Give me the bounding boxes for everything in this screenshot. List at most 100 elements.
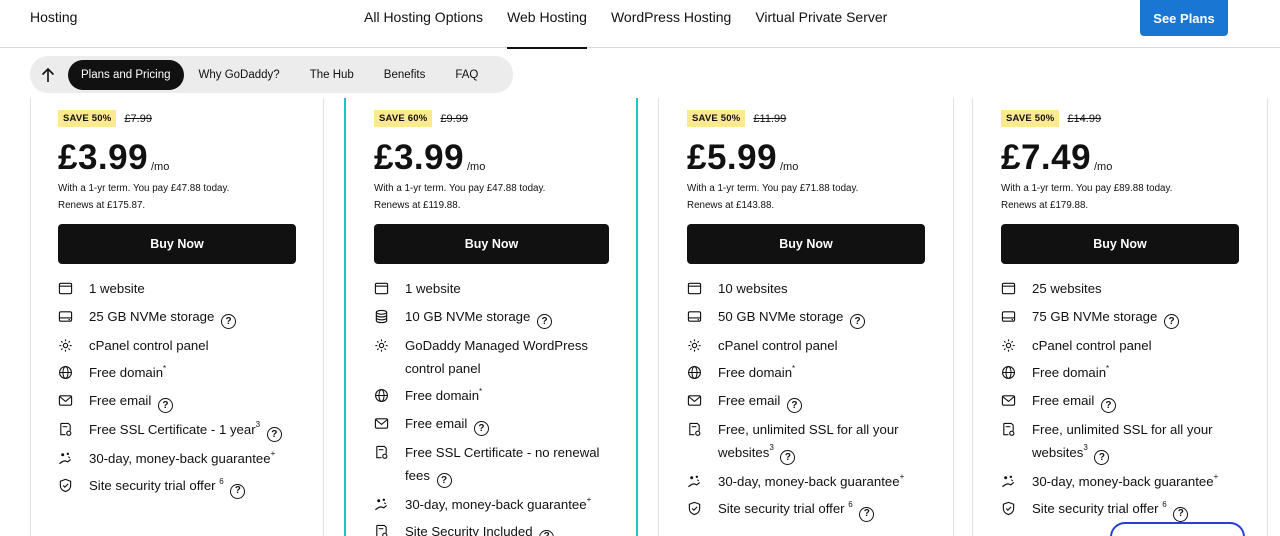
feature-text: Free email ? <box>89 389 296 413</box>
save-badge: SAVE 50% <box>58 110 117 127</box>
save-badge: SAVE 50% <box>687 110 746 127</box>
feature-text: Free, unlimited SSL for all your website… <box>1032 418 1239 465</box>
footnote-marker: 6 <box>848 499 853 509</box>
scroll-top-icon[interactable] <box>38 65 58 85</box>
help-icon[interactable]: ? <box>1094 450 1110 465</box>
top-nav: Hosting All Hosting Options Web Hosting … <box>0 0 1280 49</box>
tab-the-hub[interactable]: The Hub <box>295 61 369 89</box>
feature-text: 25 websites <box>1032 277 1239 300</box>
feature-item: cPanel control panel <box>1001 334 1239 357</box>
nav-web-hosting[interactable]: Web Hosting <box>495 0 599 49</box>
feature-label: Free SSL Certificate - no renewal fees <box>405 444 600 483</box>
globe-icon <box>374 384 394 407</box>
feature-item: GoDaddy Managed WordPress control panel <box>374 334 609 380</box>
price-note: With a 1-yr term. You pay £47.88 today. … <box>58 180 229 214</box>
ssl-icon <box>687 418 707 441</box>
guarantee-icon <box>687 470 707 493</box>
guarantee-icon <box>58 447 78 470</box>
footnote-marker: * <box>1106 363 1110 373</box>
feature-label: 10 GB NVMe storage <box>405 308 531 324</box>
feature-text: Free SSL Certificate - 1 year3 ? <box>89 418 296 442</box>
nav-wordpress-hosting[interactable]: WordPress Hosting <box>599 0 743 48</box>
feature-text: 25 GB NVMe storage ? <box>89 305 296 329</box>
feature-label: 75 GB NVMe storage <box>1032 308 1158 324</box>
feature-text: Free domain* <box>718 361 925 384</box>
feature-item: 30-day, money-back guarantee+ <box>1001 470 1239 493</box>
email-icon <box>687 389 707 412</box>
nav-all-hosting[interactable]: All Hosting Options <box>352 0 495 48</box>
buy-now-button[interactable]: Buy Now <box>58 224 296 264</box>
see-plans-button[interactable]: See Plans <box>1140 0 1228 36</box>
help-icon[interactable]: ? <box>230 483 246 499</box>
buy-now-button[interactable]: Buy Now <box>687 224 925 264</box>
feature-label: Free, unlimited SSL for all your website… <box>718 421 899 460</box>
help-icon[interactable]: ? <box>1164 314 1180 329</box>
discount-badges: SAVE 50% £14.99 <box>1001 110 1101 127</box>
feature-item: Free domain* <box>374 384 609 407</box>
help-icon[interactable]: ? <box>780 450 796 465</box>
feature-text: 30-day, money-back guarantee+ <box>89 447 296 470</box>
feature-item: 1 website <box>58 277 296 300</box>
feature-list: 10 websites 50 GB NVMe storage ? cPanel co… <box>687 277 925 526</box>
feature-text: Site Security Included ? <box>405 520 609 536</box>
help-icon[interactable]: ? <box>473 421 489 436</box>
feature-list: 1 website 25 GB NVMe storage ? cPanel cont… <box>58 277 296 503</box>
nav-vps[interactable]: Virtual Private Server <box>743 0 899 48</box>
footnote-marker: * <box>792 363 796 373</box>
nav-links: All Hosting Options Web Hosting WordPres… <box>352 0 899 49</box>
feature-label: 10 websites <box>718 281 788 296</box>
feature-label: cPanel control panel <box>89 337 209 353</box>
feature-item: Free email ? <box>1001 389 1239 413</box>
feature-item: Free SSL Certificate - 1 year3 ? <box>58 418 296 442</box>
help-icon[interactable]: ? <box>1100 398 1116 413</box>
storage-icon <box>1001 305 1021 328</box>
feature-item: Site security trial offer 6 ? <box>58 474 296 499</box>
renewal-note: Renews at £119.88. <box>374 200 461 211</box>
chat-button[interactable] <box>1110 522 1245 536</box>
help-icon[interactable]: ? <box>221 314 237 329</box>
buy-now-button[interactable]: Buy Now <box>1001 224 1239 264</box>
discount-badges: SAVE 50% £11.99 <box>687 110 786 127</box>
tab-benefits[interactable]: Benefits <box>369 61 441 89</box>
help-icon[interactable]: ? <box>859 506 875 522</box>
email-icon <box>58 389 78 412</box>
help-icon[interactable]: ? <box>786 398 802 413</box>
plan-card: SAVE 60% £9.99 £3.99 /mo With a 1-yr ter… <box>344 98 638 536</box>
tab-plans-and-pricing[interactable]: Plans and Pricing <box>68 59 184 90</box>
feature-text: Free domain* <box>1032 361 1239 384</box>
feature-text: 30-day, money-back guarantee+ <box>718 470 925 493</box>
term-note: With a 1-yr term. You pay £71.88 today. <box>687 183 859 194</box>
tab-why-godaddy[interactable]: Why GoDaddy? <box>184 61 295 89</box>
help-icon[interactable]: ? <box>157 398 173 413</box>
feature-label: 30-day, money-back guarantee <box>1032 473 1214 489</box>
tab-faq[interactable]: FAQ <box>440 61 493 89</box>
help-icon[interactable]: ? <box>537 314 553 329</box>
feature-label: cPanel control panel <box>1032 337 1152 353</box>
storage-icon <box>687 305 707 328</box>
help-icon[interactable]: ? <box>266 427 282 442</box>
plan-price: £7.49 <box>1001 138 1092 177</box>
brand-title[interactable]: Hosting <box>30 9 77 25</box>
feature-label: 25 GB NVMe storage <box>89 308 215 324</box>
feature-label: Site security trial offer <box>718 501 849 516</box>
email-icon <box>1001 389 1021 412</box>
help-icon[interactable]: ? <box>436 473 452 488</box>
feature-text: 30-day, money-back guarantee+ <box>1032 470 1239 493</box>
help-icon[interactable]: ? <box>850 314 866 329</box>
footnote-marker: + <box>899 472 905 482</box>
help-icon[interactable]: ? <box>1173 506 1189 522</box>
help-icon[interactable]: ? <box>539 529 555 536</box>
feature-item: 25 GB NVMe storage ? <box>58 305 296 329</box>
buy-now-button[interactable]: Buy Now <box>374 224 609 264</box>
feature-item: 30-day, money-back guarantee+ <box>687 470 925 493</box>
footnote-marker: * <box>479 386 483 396</box>
control-panel-icon <box>1001 334 1021 357</box>
feature-item: Free email ? <box>58 389 296 413</box>
plan-price: £3.99 <box>374 138 465 177</box>
feature-label: 50 GB NVMe storage <box>718 308 844 324</box>
feature-text: cPanel control panel <box>89 334 296 357</box>
feature-label: cPanel control panel <box>718 337 838 353</box>
ssl-icon <box>1001 418 1021 441</box>
globe-icon <box>687 361 707 384</box>
renewal-note: Renews at £175.87. <box>58 200 146 211</box>
